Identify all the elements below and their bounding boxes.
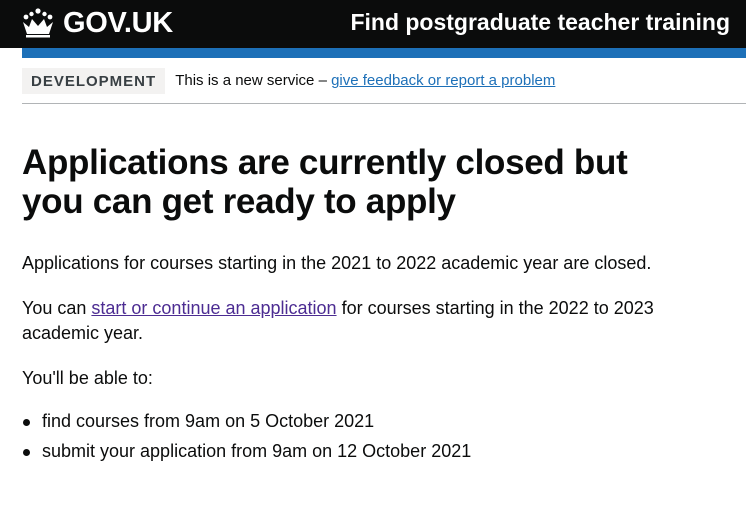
logo-text: GOV.UK	[63, 6, 173, 39]
feedback-link[interactable]: give feedback or report a problem	[331, 72, 555, 89]
phase-banner-text: This is a new service – give feedback or…	[175, 72, 555, 89]
list-item: find courses from 9am on 5 October 2021	[22, 409, 662, 434]
page-title: Applications are currently closed but yo…	[22, 143, 628, 221]
phase-banner: DEVELOPMENT This is a new service – give…	[22, 66, 746, 104]
main-content: Applications are currently closed but yo…	[22, 143, 662, 469]
phase-banner-message: This is a new service –	[175, 72, 332, 89]
site-header: GOV.UK Find postgraduate teacher trainin…	[0, 0, 746, 48]
dates-list: find courses from 9am on 5 October 2021 …	[22, 409, 662, 464]
crown-icon	[23, 8, 53, 38]
start-application-link[interactable]: start or continue an application	[91, 298, 336, 318]
phase-tag: DEVELOPMENT	[22, 68, 166, 94]
list-item: submit your application from 9am on 12 O…	[22, 439, 662, 464]
govuk-logo-link[interactable]: GOV.UK	[20, 7, 173, 39]
closed-paragraph: Applications for courses starting in the…	[22, 253, 652, 273]
header-stripe	[22, 48, 746, 58]
application-paragraph: You can start or continue an application…	[22, 296, 662, 346]
service-name-link[interactable]: Find postgraduate teacher training	[350, 9, 730, 36]
application-paragraph-before: You can	[22, 298, 92, 318]
able-to-paragraph: You'll be able to:	[22, 368, 153, 388]
